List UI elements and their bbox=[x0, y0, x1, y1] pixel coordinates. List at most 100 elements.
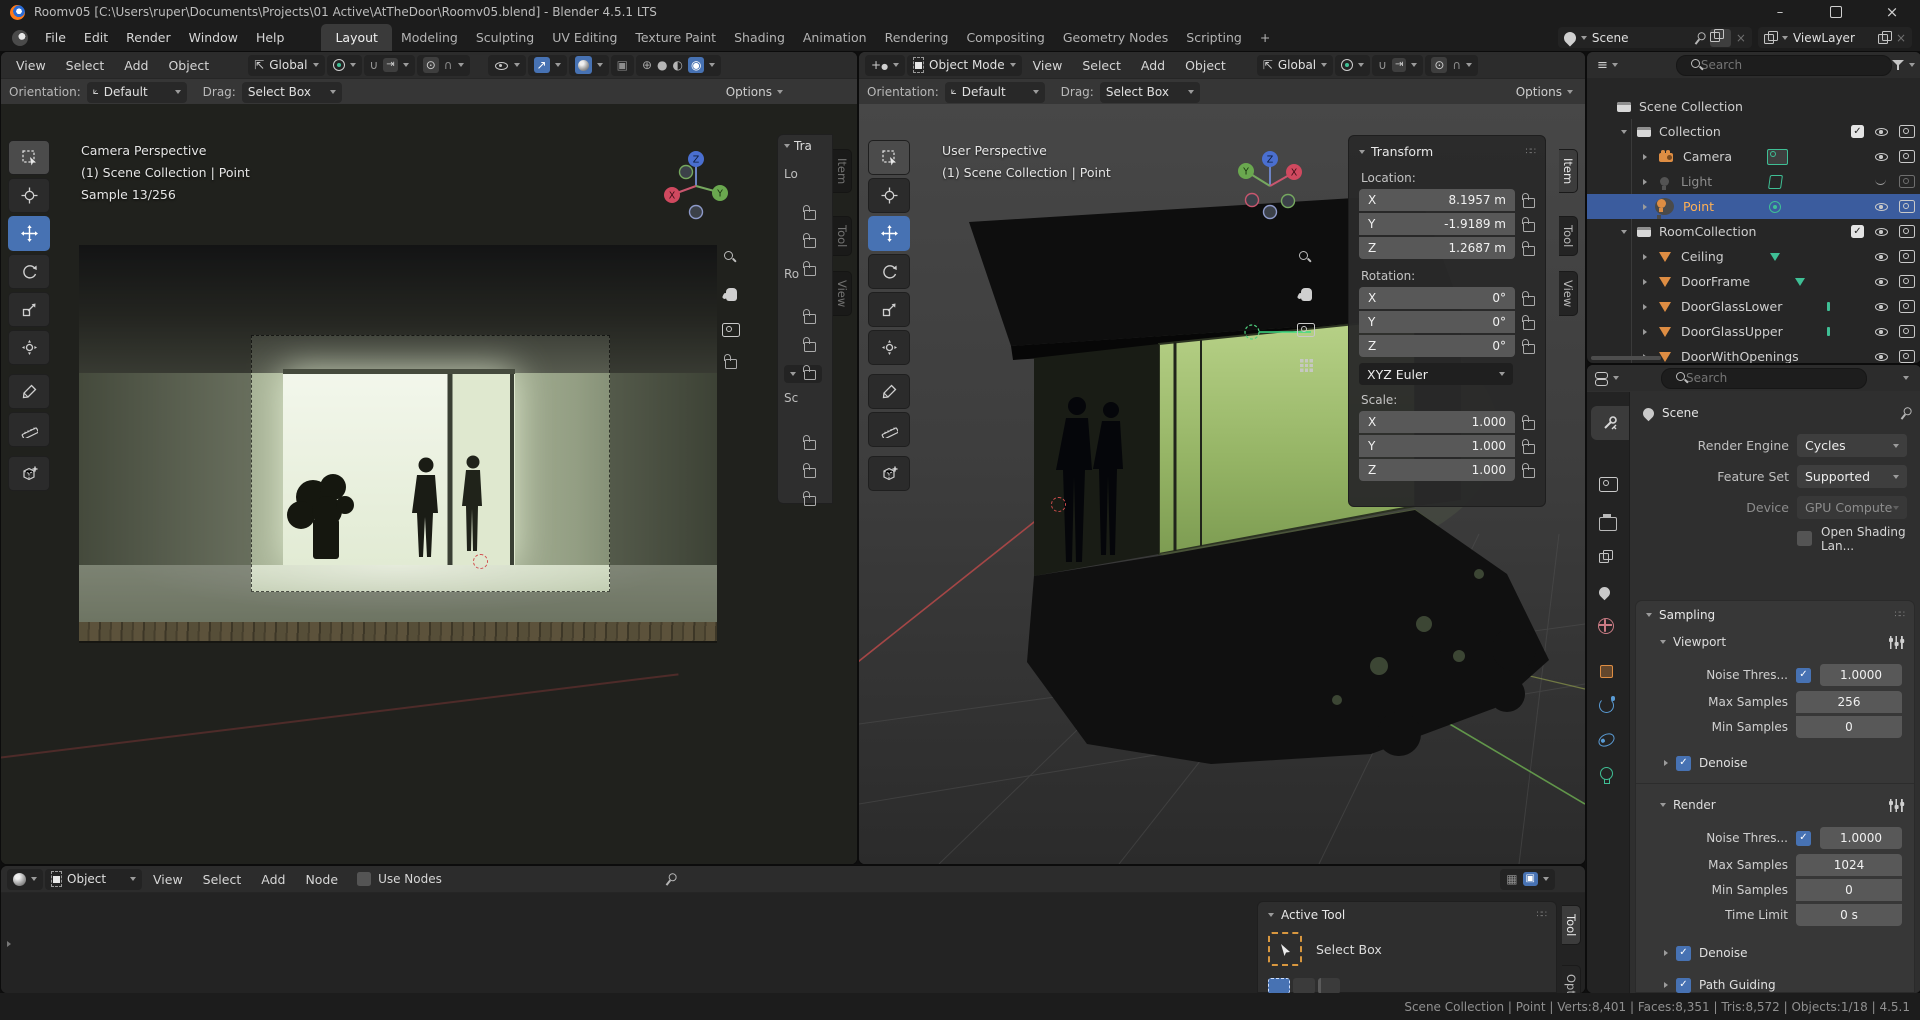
lock-icon[interactable] bbox=[1523, 296, 1535, 306]
overlays-toggle[interactable] bbox=[569, 55, 609, 76]
viewport-min-samples-value[interactable]: 0 bbox=[1796, 716, 1902, 738]
outliner-row-collection[interactable]: Collection ✓ bbox=[1587, 119, 1920, 144]
hide-viewport-icon[interactable] bbox=[1874, 225, 1889, 238]
row-label[interactable]: DoorGlassLower bbox=[1681, 299, 1782, 314]
rotation-y-field[interactable]: Y0° bbox=[1359, 311, 1515, 333]
sidebar-tab-item[interactable]: Item bbox=[833, 149, 852, 193]
path-guiding-checkbox[interactable]: ✓ bbox=[1676, 978, 1691, 993]
outliner-row-scene-collection[interactable]: Scene Collection bbox=[1587, 94, 1920, 119]
new-scene-icon[interactable] bbox=[1710, 29, 1731, 47]
workspace-tab-scripting[interactable]: Scripting bbox=[1177, 30, 1251, 45]
sidebar-tab-tool[interactable]: Tool bbox=[1559, 216, 1578, 256]
new-viewlayer-icon[interactable] bbox=[1878, 31, 1891, 44]
shading-wireframe-icon[interactable]: ⊕ bbox=[642, 59, 652, 71]
disclosure-icon[interactable] bbox=[1643, 279, 1647, 285]
hide-viewport-icon[interactable] bbox=[1874, 350, 1889, 363]
outliner-search-input[interactable] bbox=[1676, 55, 1892, 76]
collapsed-region-arrow[interactable] bbox=[7, 941, 11, 947]
lock-icon[interactable] bbox=[804, 266, 816, 276]
shader-sidebar-tab-options[interactable]: Opt bbox=[1562, 965, 1581, 994]
filter-settings-icon[interactable] bbox=[1890, 799, 1904, 812]
menu-object[interactable]: Object bbox=[1176, 58, 1235, 73]
tool-cursor[interactable] bbox=[868, 178, 910, 213]
menu-select[interactable]: Select bbox=[1073, 58, 1130, 73]
tab-scene[interactable] bbox=[1599, 585, 1610, 599]
menu-object[interactable]: Object bbox=[159, 58, 218, 73]
remove-viewlayer-icon[interactable]: × bbox=[1896, 31, 1906, 45]
row-label[interactable]: Collection bbox=[1659, 124, 1721, 139]
menu-render[interactable]: Render bbox=[117, 30, 180, 45]
properties-options-dropdown[interactable] bbox=[1903, 376, 1909, 380]
disclosure-icon[interactable] bbox=[1643, 329, 1647, 335]
outliner-row-doorwithopenings[interactable]: DoorWithOpenings bbox=[1587, 344, 1920, 364]
active-tool-panel-title[interactable]: Active Tool bbox=[1281, 908, 1345, 922]
shading-material-icon[interactable]: ◐ bbox=[673, 59, 683, 71]
gizmos-toggle[interactable]: ↗ bbox=[528, 55, 567, 76]
drag-select-box-dropdown[interactable]: Select Box bbox=[1100, 82, 1200, 103]
row-label[interactable]: Light bbox=[1681, 174, 1712, 189]
disclosure-icon[interactable] bbox=[1643, 254, 1647, 260]
denoise-disclosure[interactable] bbox=[1664, 760, 1668, 766]
viewport-max-samples-value[interactable]: 256 bbox=[1796, 691, 1902, 713]
editor-type-dropdown[interactable] bbox=[7, 869, 43, 890]
location-z-field[interactable]: Z1.2687 m bbox=[1359, 237, 1515, 259]
point-light-data-icon[interactable] bbox=[1769, 201, 1781, 213]
orientation-default-dropdown[interactable]: ⟀Default bbox=[87, 82, 187, 103]
sidebar-tab-view[interactable]: View bbox=[833, 271, 852, 316]
panel-grip-icon[interactable]: ∷∷ bbox=[1537, 910, 1546, 920]
minimize-button[interactable]: – bbox=[1752, 5, 1808, 20]
disable-render-icon[interactable] bbox=[1899, 125, 1915, 138]
location-x-field[interactable]: X8.1957 m bbox=[1359, 189, 1515, 211]
hide-viewport-icon[interactable] bbox=[1874, 175, 1889, 188]
camera-view-icon[interactable] bbox=[722, 323, 740, 337]
lock-icon[interactable] bbox=[804, 468, 816, 478]
workspace-tab-animation[interactable]: Animation bbox=[794, 30, 876, 45]
breadcrumb-scene[interactable]: Scene bbox=[1662, 406, 1699, 420]
shader-editor-canvas[interactable]: Active Tool ∷∷ Select Box Tool Opt bbox=[1, 893, 1585, 993]
tool-cursor[interactable] bbox=[8, 178, 50, 213]
viewport-camera[interactable]: View Select Add Object ⇱Global ∪⇥ ⊙∩ ↗ ▣… bbox=[0, 51, 858, 865]
row-label[interactable]: Point bbox=[1683, 199, 1714, 214]
tool-move[interactable] bbox=[8, 216, 50, 251]
disable-render-icon[interactable] bbox=[1899, 150, 1915, 163]
tool-select-box[interactable] bbox=[8, 140, 50, 175]
scale-x-field[interactable]: X1.000 bbox=[1359, 411, 1515, 433]
tool-add-cube[interactable] bbox=[868, 456, 910, 491]
render-min-samples-value[interactable]: 0 bbox=[1796, 879, 1902, 901]
tool-add-cube[interactable] bbox=[8, 456, 50, 491]
hide-viewport-icon[interactable] bbox=[1874, 150, 1889, 163]
hide-viewport-icon[interactable] bbox=[1874, 125, 1889, 138]
lock-icon[interactable] bbox=[804, 238, 816, 248]
lock-icon[interactable] bbox=[804, 370, 816, 380]
workspace-tab-geometry-nodes[interactable]: Geometry Nodes bbox=[1054, 30, 1177, 45]
viewlayer-name[interactable]: ViewLayer bbox=[1793, 31, 1873, 45]
hide-viewport-icon[interactable] bbox=[1874, 275, 1889, 288]
properties-editor-type-dropdown[interactable] bbox=[1593, 371, 1621, 385]
viewlayer-selector[interactable]: ViewLayer × bbox=[1758, 27, 1912, 48]
row-label[interactable]: DoorWithOpenings bbox=[1681, 349, 1799, 364]
shading-rendered-icon[interactable]: ◉ bbox=[688, 57, 704, 73]
viewport-denoise-checkbox[interactable]: ✓ bbox=[1676, 756, 1691, 771]
select-mode-subtract-icon[interactable] bbox=[1318, 978, 1340, 994]
outliner-row-doorglasslower[interactable]: DoorGlassLower bbox=[1587, 294, 1920, 319]
tab-output[interactable] bbox=[1599, 516, 1617, 531]
show-gizmo-dropdown[interactable] bbox=[488, 55, 526, 76]
lock-icon[interactable] bbox=[804, 496, 816, 506]
disable-render-icon[interactable] bbox=[1899, 200, 1915, 213]
render-engine-dropdown[interactable]: Cycles bbox=[1797, 434, 1907, 457]
zoom-view-icon[interactable] bbox=[723, 250, 739, 266]
render-noise-value[interactable]: 1.0000 bbox=[1820, 827, 1902, 849]
lock-icon[interactable] bbox=[1523, 468, 1535, 478]
mesh-data-icon[interactable] bbox=[1770, 253, 1780, 261]
sidebar-tab-tool[interactable]: Tool bbox=[833, 216, 852, 256]
disable-render-icon[interactable] bbox=[1899, 275, 1915, 288]
disable-render-icon[interactable] bbox=[1899, 325, 1915, 338]
lock-icon[interactable] bbox=[1523, 198, 1535, 208]
lock-icon[interactable] bbox=[1523, 320, 1535, 330]
tool-transform[interactable] bbox=[8, 330, 50, 365]
camera-view-icon[interactable] bbox=[1297, 323, 1315, 337]
shader-editor[interactable]: Object View Select Add Node Use Nodes ▦▣… bbox=[0, 865, 1586, 994]
viewport-noise-value[interactable]: 1.0000 bbox=[1820, 664, 1902, 686]
menu-help[interactable]: Help bbox=[247, 30, 294, 45]
shader-sidebar-tab-tool[interactable]: Tool bbox=[1562, 905, 1581, 945]
